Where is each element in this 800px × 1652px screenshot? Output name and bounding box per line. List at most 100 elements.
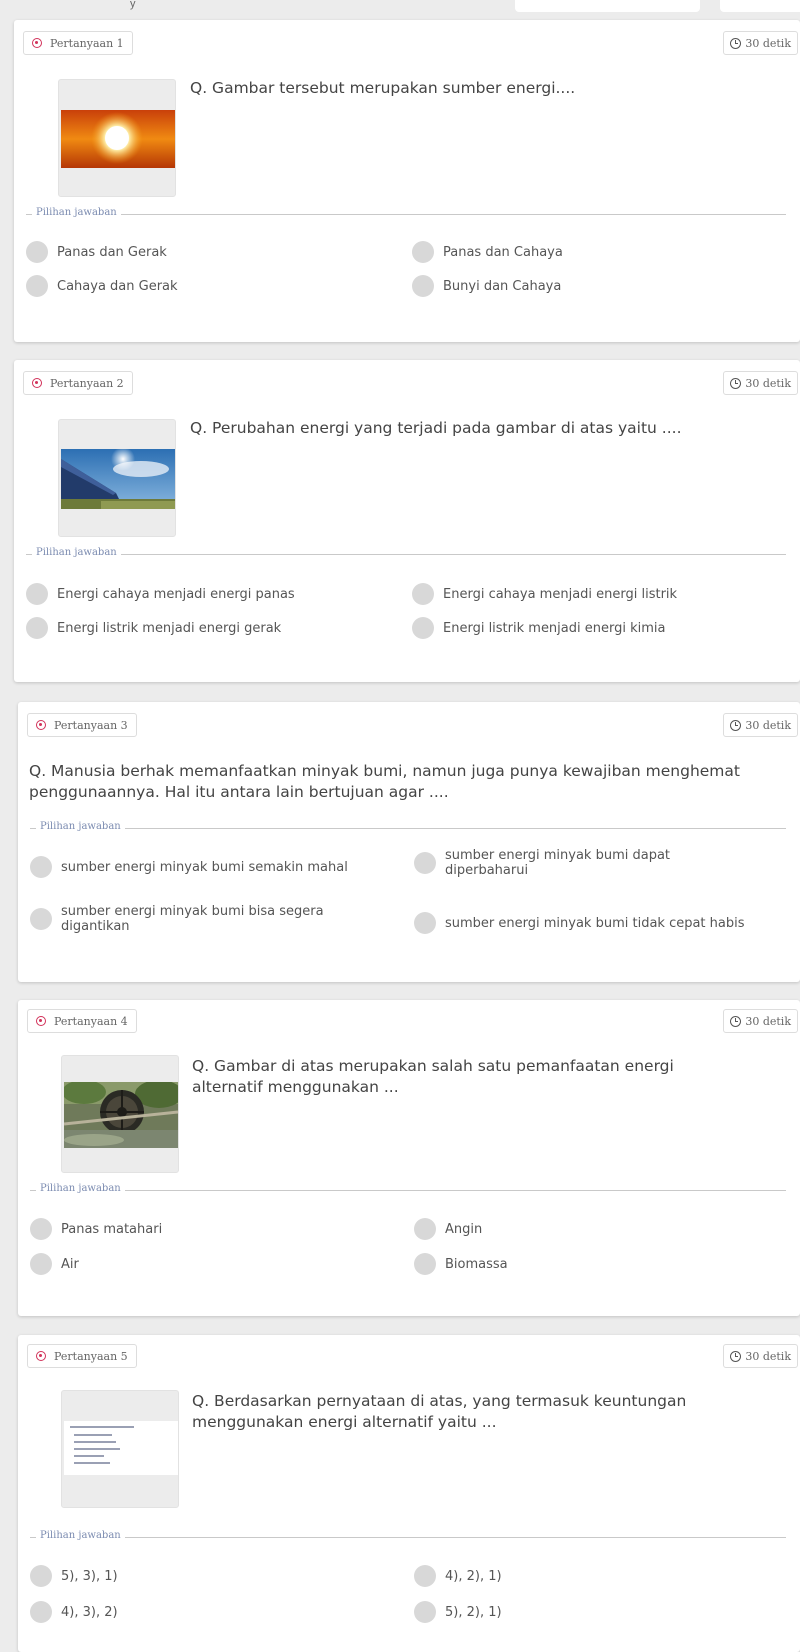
- question-image: [61, 1390, 179, 1508]
- answer-option-label: sumber energi minyak bumi semakin mahal: [61, 859, 348, 875]
- answer-option[interactable]: Energi cahaya menjadi energi listrik: [412, 583, 782, 605]
- radio-button[interactable]: [414, 1565, 436, 1587]
- question-text: Q. Berdasarkan pernyataan di atas, yang …: [192, 1392, 687, 1431]
- sun-sunset-image: [61, 110, 175, 168]
- question-image: [58, 79, 176, 197]
- answer-option[interactable]: sumber energi minyak bumi semakin mahal: [30, 856, 390, 878]
- question-card-3: Pertanyaan 3 30 detik Q. Manusia berhak …: [18, 702, 800, 982]
- answer-option[interactable]: sumber energi minyak bumi tidak cepat ha…: [414, 912, 794, 934]
- clock-icon: [730, 37, 742, 49]
- answer-option-label: Air: [61, 1256, 79, 1272]
- timer-label: 30 detik: [745, 36, 791, 50]
- answer-option-label: Cahaya dan Gerak: [57, 278, 178, 294]
- question-text: Q. Gambar tersebut merupakan sumber ener…: [190, 79, 576, 97]
- clock-icon: [730, 1350, 742, 1362]
- radio-button[interactable]: [30, 1218, 52, 1240]
- question-target-icon: [36, 720, 46, 730]
- radio-button[interactable]: [412, 583, 434, 605]
- question-tag: Pertanyaan 5: [27, 1344, 137, 1368]
- question-text: Q. Perubahan energi yang terjadi pada ga…: [190, 419, 682, 437]
- radio-button[interactable]: [412, 617, 434, 639]
- question-target-icon: [32, 38, 42, 48]
- timer-badge: 30 detik: [723, 713, 798, 737]
- question-target-icon: [32, 378, 42, 388]
- answer-option-label: Panas dan Gerak: [57, 244, 167, 260]
- radio-button[interactable]: [414, 852, 436, 874]
- radio-button[interactable]: [26, 275, 48, 297]
- question-card-2: Pertanyaan 2 30 detik Q. Perubahan energ…: [14, 360, 800, 682]
- answer-option[interactable]: Energi cahaya menjadi energi panas: [26, 583, 386, 605]
- answer-option-label: Panas dan Cahaya: [443, 244, 563, 260]
- radio-button[interactable]: [414, 1218, 436, 1240]
- answer-option[interactable]: Cahaya dan Gerak: [26, 275, 386, 297]
- answer-option-label: sumber energi minyak bumi tidak cepat ha…: [445, 915, 745, 931]
- answer-option[interactable]: 5), 2), 1): [414, 1601, 784, 1623]
- timer-badge: 30 detik: [723, 371, 798, 395]
- answer-option[interactable]: Air: [30, 1253, 390, 1275]
- radio-button[interactable]: [26, 583, 48, 605]
- answer-section-label: Pilihan jawaban: [36, 1183, 125, 1194]
- answer-option[interactable]: Angin: [414, 1218, 784, 1240]
- question-card-4: Pertanyaan 4 30 detik Q. Gambar di atas …: [18, 1000, 800, 1316]
- answer-option[interactable]: 5), 3), 1): [30, 1565, 390, 1587]
- answer-option[interactable]: Bunyi dan Cahaya: [412, 275, 782, 297]
- answer-option[interactable]: Panas dan Cahaya: [412, 241, 782, 263]
- answer-option[interactable]: Panas dan Gerak: [26, 241, 386, 263]
- question-tag-label: Pertanyaan 3: [54, 718, 128, 732]
- top-tab-fragment-2: [720, 0, 800, 12]
- timer-label: 30 detik: [745, 1349, 791, 1363]
- question-tag: Pertanyaan 4: [27, 1009, 137, 1033]
- top-fragment-text: y: [130, 0, 136, 10]
- top-tab-fragment: [515, 0, 700, 12]
- answer-option[interactable]: Energi listrik menjadi energi gerak: [26, 617, 386, 639]
- statement-list-image: [64, 1421, 178, 1475]
- question-tag-label: Pertanyaan 2: [50, 376, 124, 390]
- radio-button[interactable]: [30, 1565, 52, 1587]
- question-image: [61, 1055, 179, 1173]
- radio-button[interactable]: [30, 908, 52, 930]
- answer-option[interactable]: Energi listrik menjadi energi kimia: [412, 617, 782, 639]
- answer-option[interactable]: Panas matahari: [30, 1218, 390, 1240]
- radio-button[interactable]: [414, 912, 436, 934]
- question-card-5: Pertanyaan 5 30 detik Q. Berdasarkan per…: [18, 1335, 800, 1652]
- timer-badge: 30 detik: [723, 1009, 798, 1033]
- timer-badge: 30 detik: [723, 1344, 798, 1368]
- question-target-icon: [36, 1351, 46, 1361]
- answer-option-label: Biomassa: [445, 1256, 508, 1272]
- radio-button[interactable]: [30, 856, 52, 878]
- answer-option-label: 5), 3), 1): [61, 1568, 118, 1584]
- answer-option[interactable]: 4), 3), 2): [30, 1601, 390, 1623]
- radio-button[interactable]: [414, 1601, 436, 1623]
- question-tag-label: Pertanyaan 4: [54, 1014, 128, 1028]
- timer-badge: 30 detik: [723, 31, 798, 55]
- question-text: Q. Manusia berhak memanfaatkan minyak bu…: [29, 762, 740, 801]
- question-text: Q. Gambar di atas merupakan salah satu p…: [192, 1057, 674, 1096]
- section-divider: [30, 1190, 786, 1191]
- answer-option-label: Energi listrik menjadi energi kimia: [443, 620, 666, 636]
- answer-option[interactable]: 4), 2), 1): [414, 1565, 784, 1587]
- answer-section-label: Pilihan jawaban: [36, 821, 125, 832]
- question-tag: Pertanyaan 3: [27, 713, 137, 737]
- radio-button[interactable]: [30, 1601, 52, 1623]
- answer-section-label: Pilihan jawaban: [32, 547, 121, 558]
- radio-button[interactable]: [26, 241, 48, 263]
- question-tag: Pertanyaan 2: [23, 371, 133, 395]
- answer-option[interactable]: Biomassa: [414, 1253, 784, 1275]
- answer-option-label: Energi listrik menjadi energi gerak: [57, 620, 282, 636]
- section-divider: [30, 828, 786, 829]
- answer-option[interactable]: sumber energi minyak bumi dapat diperbah…: [414, 848, 754, 878]
- answer-option[interactable]: sumber energi minyak bumi bisa segera di…: [30, 904, 370, 934]
- radio-button[interactable]: [414, 1253, 436, 1275]
- answer-option-label: Panas matahari: [61, 1221, 163, 1237]
- radio-button[interactable]: [412, 275, 434, 297]
- timer-label: 30 detik: [745, 718, 791, 732]
- question-target-icon: [36, 1016, 46, 1026]
- section-divider: [26, 554, 786, 555]
- radio-button[interactable]: [26, 617, 48, 639]
- solar-panel-image: [61, 449, 175, 509]
- question-card-1: Pertanyaan 1 30 detik Q. Gambar tersebut…: [14, 20, 800, 342]
- waterwheel-image: [64, 1082, 178, 1148]
- question-tag-label: Pertanyaan 5: [54, 1349, 128, 1363]
- radio-button[interactable]: [412, 241, 434, 263]
- radio-button[interactable]: [30, 1253, 52, 1275]
